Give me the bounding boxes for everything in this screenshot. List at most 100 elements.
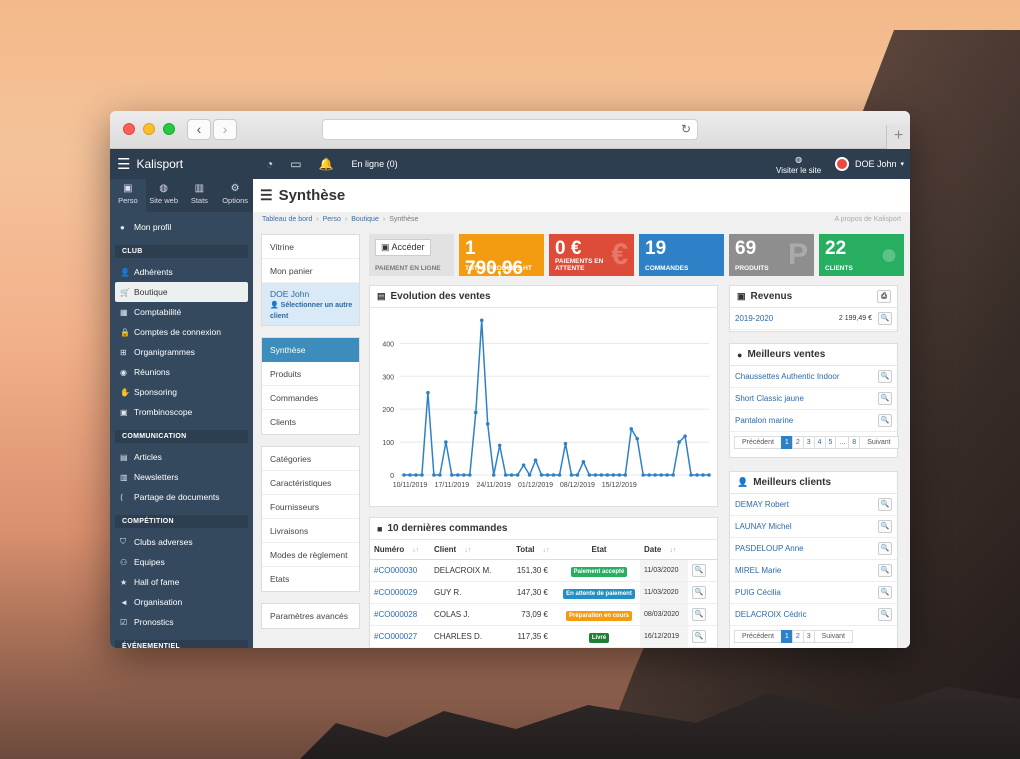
zoom-icon[interactable]: 🔍 <box>878 608 892 621</box>
sidebar-tab-1[interactable]: ◍ Site web <box>146 179 182 212</box>
zoom-icon[interactable]: 🔍 <box>692 585 706 599</box>
zoom-icon[interactable]: 🔍 <box>878 392 892 405</box>
sidebar-item[interactable]: ⚇ Equipes <box>110 552 253 572</box>
zoom-icon[interactable]: 🔍 <box>878 542 892 555</box>
order-number[interactable]: #CO000029 <box>370 581 430 604</box>
data-point[interactable] <box>629 427 634 431</box>
table-row[interactable]: #CO000030 DELACROIX M. 151,30 € Paiement ac… <box>370 559 717 582</box>
breadcrumb-perso[interactable]: Perso <box>323 216 341 223</box>
sidebar-item[interactable]: ⟨ Partage de documents <box>110 487 253 507</box>
data-point[interactable] <box>456 473 460 477</box>
data-point[interactable] <box>438 473 442 477</box>
data-point[interactable] <box>557 473 562 477</box>
submenu-cart[interactable]: Mon panier <box>262 259 359 283</box>
data-point[interactable] <box>450 473 454 477</box>
pager-item[interactable]: Précédent <box>734 436 782 449</box>
new-tab-button[interactable]: + <box>886 125 910 149</box>
list-item-label[interactable]: DEMAY Robert <box>735 500 789 509</box>
data-point[interactable] <box>593 473 598 477</box>
data-point[interactable] <box>671 473 675 477</box>
tile-clients[interactable]: 22 ● CLIENTS <box>819 234 904 276</box>
data-point[interactable] <box>599 473 604 477</box>
data-point[interactable] <box>503 473 508 477</box>
col-total[interactable]: Total ↓↑ <box>512 540 554 560</box>
brand[interactable]: ☰ Kalisport <box>110 157 255 172</box>
submenu-payment-modes[interactable]: Modes de règlement <box>262 543 359 567</box>
user-menu[interactable]: DOE John ▾ <box>835 157 904 171</box>
submenu-suppliers[interactable]: Fournisseurs <box>262 495 359 519</box>
reload-icon[interactable]: ↻ <box>681 122 691 136</box>
col-client[interactable]: Client ↓↑ <box>430 540 512 560</box>
data-point[interactable] <box>665 473 669 477</box>
table-row[interactable]: #CO000029 GUY R. 147,30 € En attente de pai… <box>370 581 717 604</box>
list-item-label[interactable]: MIREL Marie <box>735 566 781 575</box>
data-point[interactable] <box>677 440 681 444</box>
sidebar-item[interactable]: 🔒 Comptes de connexion <box>110 322 253 342</box>
data-point[interactable] <box>515 473 520 477</box>
revenue-period[interactable]: 2019-2020 <box>735 314 773 323</box>
data-point[interactable] <box>683 434 687 438</box>
submenu-categories[interactable]: Catégories <box>262 447 359 471</box>
list-item-label[interactable]: PUIG Cécilia <box>735 588 781 597</box>
sidebar-tab-2[interactable]: ▥ Stats <box>182 179 218 212</box>
pager-item[interactable]: Suivant <box>859 436 899 449</box>
sort-icon[interactable]: ↓↑ <box>464 547 471 554</box>
data-point[interactable] <box>444 440 448 444</box>
col-number[interactable]: Numéro ↓↑ <box>370 540 430 560</box>
list-item-label[interactable]: Chaussettes Authentic Indoor <box>735 372 840 381</box>
sidebar-item[interactable]: 🛒 Boutique <box>115 282 248 302</box>
forward-button[interactable]: › <box>213 119 237 140</box>
data-point[interactable] <box>402 473 406 477</box>
inbox-icon[interactable]: ▭ <box>290 157 301 171</box>
pager-item[interactable]: Suivant <box>813 630 853 643</box>
submenu-orders[interactable]: Commandes <box>262 386 359 410</box>
tile-orders[interactable]: 19 COMMANDES <box>639 234 724 276</box>
data-point[interactable] <box>689 473 693 477</box>
pager-item[interactable]: ... <box>835 436 850 449</box>
zoom-icon[interactable]: 🔍 <box>878 520 892 533</box>
data-point[interactable] <box>527 473 532 477</box>
data-point[interactable] <box>701 473 705 477</box>
sidebar-item[interactable]: 👤 Adhérents <box>110 262 253 282</box>
sort-icon[interactable]: ↓↑ <box>669 547 676 554</box>
data-point[interactable] <box>563 441 568 446</box>
data-point[interactable] <box>695 473 699 477</box>
data-point[interactable] <box>462 473 466 477</box>
data-point[interactable] <box>581 460 586 464</box>
tile-revenue[interactable]: 1 790,96 € TOTAL PRODUITS HT <box>459 234 544 276</box>
bell-icon[interactable]: 🔔 <box>319 157 334 171</box>
list-item-label[interactable]: DELACROIX Cédric <box>735 610 807 619</box>
submenu-characteristics[interactable]: Caractéristiques <box>262 471 359 495</box>
data-point[interactable] <box>473 410 478 415</box>
print-icon[interactable]: ⎙ <box>877 290 891 303</box>
data-point[interactable] <box>551 473 556 477</box>
data-point[interactable] <box>659 473 663 477</box>
select-client-link[interactable]: Sélectionner un autre client <box>270 302 352 320</box>
data-point[interactable] <box>491 473 496 477</box>
data-point[interactable] <box>605 473 610 477</box>
data-point[interactable] <box>497 443 502 448</box>
table-row[interactable]: #CO000028 COLAS J. 73,09 € Préparation en c… <box>370 603 717 626</box>
sidebar-tab-3[interactable]: ⚙ Options <box>217 179 253 212</box>
sidebar-item[interactable]: ◉ Réunions <box>110 362 253 382</box>
data-point[interactable] <box>539 473 544 477</box>
submenu-products[interactable]: Produits <box>262 362 359 386</box>
data-point[interactable] <box>545 473 550 477</box>
sidebar-item[interactable]: ▦ Comptabilité <box>110 302 253 322</box>
submenu-clients[interactable]: Clients <box>262 410 359 434</box>
data-point[interactable] <box>467 473 472 477</box>
data-point[interactable] <box>432 473 436 477</box>
breadcrumb-boutique[interactable]: Boutique <box>351 216 379 223</box>
zoom-icon[interactable]: 🔍 <box>878 586 892 599</box>
col-state[interactable]: Etat <box>554 540 640 560</box>
submenu-vitrine[interactable]: Vitrine <box>262 235 359 259</box>
data-point[interactable] <box>641 473 646 477</box>
minimize-window-button[interactable] <box>143 123 155 135</box>
maximize-window-button[interactable] <box>163 123 175 135</box>
zoom-icon[interactable]: 🔍 <box>692 607 706 621</box>
submenu-states[interactable]: Etats <box>262 567 359 591</box>
zoom-icon[interactable]: 🔍 <box>692 563 706 577</box>
data-point[interactable] <box>653 473 657 477</box>
menu-icon[interactable]: ☰ <box>117 157 130 172</box>
zoom-icon[interactable]: 🔍 <box>878 312 892 325</box>
